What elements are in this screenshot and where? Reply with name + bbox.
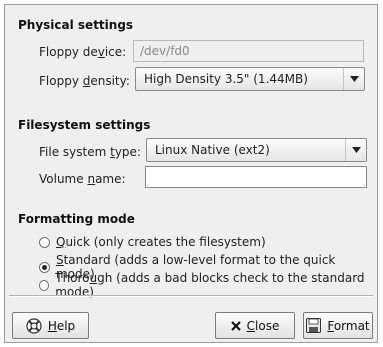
format-button[interactable]: Format [303,312,373,339]
volume-name-input[interactable] [145,166,367,188]
physical-settings-heading: Physical settings [18,18,134,32]
close-x-icon [230,320,241,331]
floppy-formatter-dialog: Physical settings Floppy device: /dev/fd… [4,4,378,343]
formatting-mode-heading: Formatting mode [18,212,135,226]
help-button-label: Help [47,318,76,333]
chevron-down-icon [345,139,366,161]
help-button[interactable]: Help [12,312,89,339]
floppy-disk-icon [306,318,322,333]
radio-indicator [39,236,50,248]
close-button-label: Close [246,318,280,333]
radio-indicator [39,279,50,291]
file-system-type-value: Linux Native (ext2) [155,143,270,157]
chevron-down-icon [343,68,364,90]
volume-name-label: Volume name: [39,172,126,186]
floppy-density-dropdown[interactable]: High Density 3.5" (1.44MB) [135,67,365,91]
help-icon [26,317,42,334]
file-system-type-dropdown[interactable]: Linux Native (ext2) [146,138,367,162]
filesystem-settings-heading: Filesystem settings [18,118,151,132]
file-system-type-label: File system type: [39,145,141,159]
quick-mode-radio[interactable]: Quick (only creates the filesystem) [39,235,266,249]
format-button-label: Format [327,318,370,333]
floppy-density-value: High Density 3.5" (1.44MB) [144,72,308,86]
floppy-device-label: Floppy device: [39,45,127,59]
separator [9,295,373,297]
close-button[interactable]: Close [215,312,295,339]
floppy-device-field: /dev/fd0 [133,40,364,62]
floppy-density-label: Floppy density: [39,74,130,88]
quick-mode-label: Quick (only creates the filesystem) [56,235,266,249]
